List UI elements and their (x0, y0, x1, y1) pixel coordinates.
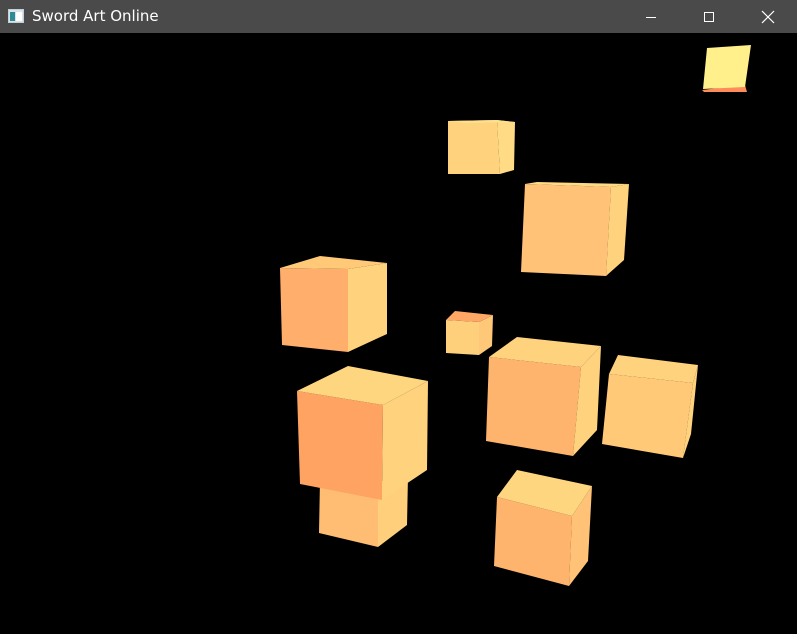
cube (280, 256, 387, 352)
cube (448, 120, 515, 174)
cube (494, 470, 592, 586)
cube (486, 337, 601, 456)
app-window: Sword Art Online (0, 0, 797, 634)
3d-scene (280, 45, 751, 586)
cube (702, 45, 751, 92)
cube (521, 182, 629, 276)
cube (602, 355, 698, 458)
cube (446, 311, 493, 355)
cube (297, 366, 428, 500)
